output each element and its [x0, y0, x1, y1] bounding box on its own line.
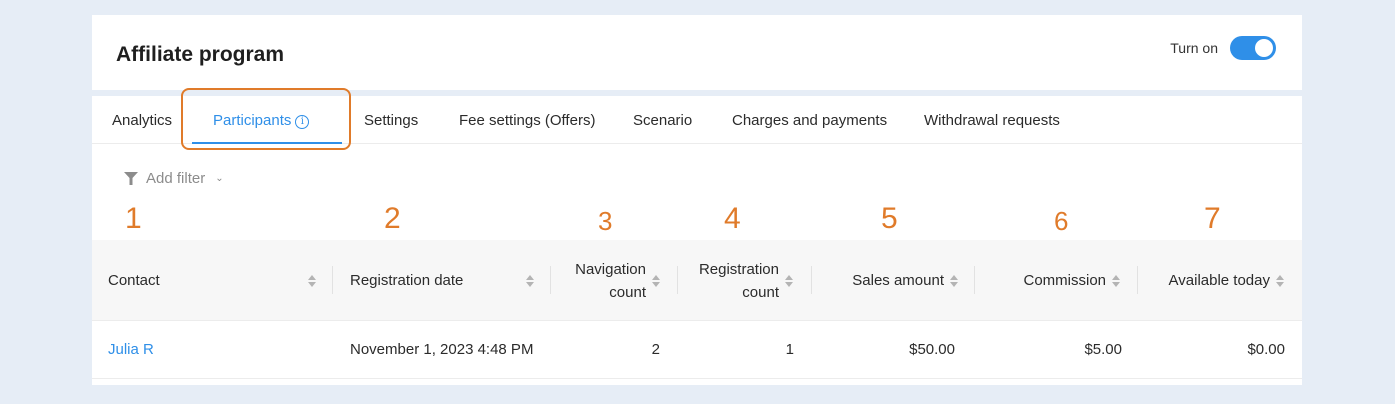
registration-date-cell: November 1, 2023 4:48 PM: [350, 341, 534, 358]
tab-withdrawal-requests[interactable]: Withdrawal requests: [924, 112, 1060, 129]
available-today-cell: $0.00: [1247, 341, 1285, 358]
chevron-down-icon: ⌄: [215, 173, 224, 184]
annotation-6: 6: [1054, 206, 1069, 236]
column-label: Commission: [1023, 272, 1106, 289]
annotation-1: 1: [125, 202, 142, 235]
annotation-2: 2: [384, 202, 401, 235]
turn-on-toggle[interactable]: [1230, 36, 1276, 60]
column-header-navigation-count[interactable]: Navigation count: [562, 240, 660, 321]
tab-charges-and-payments[interactable]: Charges and payments: [732, 112, 887, 129]
commission-cell: $5.00: [1084, 341, 1122, 358]
column-divider: [550, 266, 551, 294]
column-label: Registration date: [350, 272, 464, 289]
tab-bar: Analytics Participants i Settings Fee set…: [92, 88, 1302, 150]
funnel-icon: [124, 172, 138, 185]
column-divider: [1137, 266, 1138, 294]
column-header-commission[interactable]: Commission: [988, 240, 1120, 321]
sort-icon[interactable]: [526, 274, 534, 287]
column-divider: [974, 266, 975, 294]
column-label: Navigation count: [575, 258, 646, 304]
column-header-available-today[interactable]: Available today: [1150, 240, 1284, 321]
column-label-line1: Registration: [698, 260, 779, 278]
annotation-4: 4: [724, 202, 741, 235]
tab-fee-settings[interactable]: Fee settings (Offers): [459, 112, 595, 129]
turn-on-control: Turn on: [1170, 36, 1276, 60]
column-header-registration-count[interactable]: Registration count: [688, 240, 793, 321]
tab-analytics[interactable]: Analytics: [112, 112, 172, 129]
navigation-count-cell: 2: [651, 341, 660, 358]
column-label: Available today: [1168, 272, 1270, 289]
toggle-label: Turn on: [1170, 40, 1218, 56]
column-label-line1: Navigation: [575, 260, 646, 278]
page-title: Affiliate program: [116, 43, 285, 66]
sales-amount-cell: $50.00: [909, 341, 955, 358]
column-header-contact[interactable]: Contact: [108, 240, 316, 321]
sort-icon[interactable]: [308, 274, 316, 287]
tab-settings[interactable]: Settings: [364, 112, 418, 129]
header-card: Affiliate program Turn on: [92, 15, 1302, 90]
annotation-3: 3: [598, 206, 613, 236]
registration-count-cell: 1: [785, 341, 794, 358]
annotation-5: 5: [881, 202, 898, 235]
sort-icon[interactable]: [785, 274, 793, 287]
column-divider: [677, 266, 678, 294]
column-label-line2: count: [742, 283, 779, 301]
column-label: Sales amount: [852, 272, 944, 289]
table-header: Contact Registration date Navigation coun…: [92, 240, 1302, 321]
toggle-knob: [1255, 39, 1273, 57]
column-header-registration-date[interactable]: Registration date: [350, 240, 534, 321]
column-label: Contact: [108, 272, 160, 289]
annotation-7: 7: [1204, 202, 1221, 235]
sort-icon[interactable]: [1276, 274, 1284, 287]
add-filter-button[interactable]: Add filter ⌄: [124, 170, 224, 187]
sort-icon[interactable]: [652, 274, 660, 287]
participants-card: Analytics Participants i Settings Fee set…: [92, 88, 1302, 385]
column-divider: [811, 266, 812, 294]
column-label-line2: count: [609, 283, 646, 301]
column-header-sales-amount[interactable]: Sales amount: [827, 240, 958, 321]
column-label: Registration count: [699, 258, 779, 304]
column-divider: [332, 266, 333, 294]
table-row: Julia R November 1, 2023 4:48 PM 2 1 $50…: [92, 321, 1302, 379]
sort-icon[interactable]: [950, 274, 958, 287]
highlight-box: [181, 88, 351, 150]
sort-icon[interactable]: [1112, 274, 1120, 287]
add-filter-label: Add filter: [146, 170, 206, 187]
tab-scenario[interactable]: Scenario: [633, 112, 692, 129]
contact-link[interactable]: Julia R: [108, 341, 154, 358]
